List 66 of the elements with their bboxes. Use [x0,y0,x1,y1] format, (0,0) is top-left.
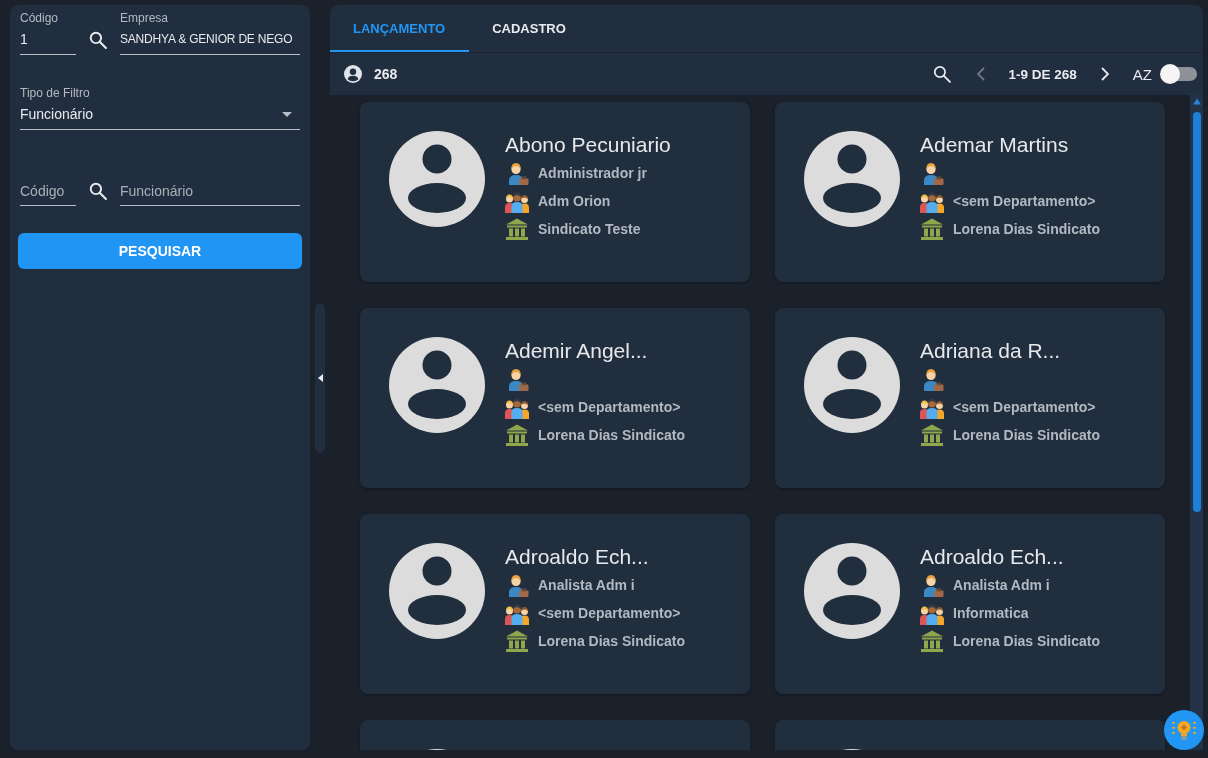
avatar-icon [389,131,485,227]
department-name: Adm Orion [538,193,611,209]
sort-button[interactable]: AZ [1130,62,1154,86]
bank-building-icon [920,629,944,653]
employee-card[interactable]: Abono Pecuniario Administrador jr Adm Orion Sindicato Teste [360,102,750,282]
avatar-icon [804,543,900,639]
department-name: <sem Departamento> [953,193,1096,209]
employee-card[interactable]: Ademir Angel... <sem Departamento> Lorena Dias Sindicato [360,308,750,488]
employee-name: Adroaldo Ech... [505,544,649,570]
employee-card[interactable]: Adroaldo Ech... Analista Adm i <sem Departamento> Lorena Dias Sindicato [360,514,750,694]
employee-card[interactable]: Adroaldo Ech... Analista Adm i Informatica Lorena Dias Sindicato [775,514,1165,694]
scrollbar[interactable] [1190,95,1203,750]
bank-building-icon [920,423,944,447]
bank-building-icon [505,217,529,241]
department-name: <sem Departamento> [538,399,681,415]
search-icon [931,64,952,84]
job-title: Administrador jr [538,165,647,181]
union-name: Lorena Dias Sindicato [538,633,686,649]
union-name: Lorena Dias Sindicato [953,633,1101,649]
tab[interactable]: CADASTRO [469,5,590,52]
employee-field[interactable]: Funcionário [120,176,300,206]
field-label: Código [20,11,59,25]
pagination-text: 1-9 DE 268 [1008,66,1077,82]
field-label: Empresa [120,11,169,25]
employee-name: Ademar Martins [920,132,1069,158]
avatar-icon [804,131,900,227]
sort-toggle[interactable] [1160,64,1198,84]
company-field[interactable]: SANDHYA & GENIOR DE NEGO [120,25,300,55]
scroll-up-arrow-icon[interactable] [1192,98,1201,105]
bank-building-icon [920,217,944,241]
help-button[interactable] [1164,710,1204,750]
chevron-right-icon [1100,67,1109,81]
department-name: Informatica [953,605,1029,621]
avatar-icon [804,337,900,433]
search-icon [88,30,108,50]
employee-card[interactable]: Ademar Martins <sem Departamento> Lorena Dias Sindicato [775,102,1165,282]
department-name: <sem Departamento> [538,605,681,621]
union-name: Lorena Dias Sindicato [953,427,1101,443]
avatar-icon [389,543,485,639]
employee-name: Ademir Angel... [505,338,648,364]
employee-card[interactable]: Adriana da R... <sem Departamento> Lorena Dias Sindicato [775,308,1165,488]
caret-icon [282,112,292,117]
code-field[interactable]: 1 [20,25,76,55]
union-name: Sindicato Teste [538,221,641,237]
caret-left-icon [317,373,323,382]
union-name: Lorena Dias Sindicato [953,221,1101,237]
tab[interactable]: LANÇAMENTO [330,5,470,52]
employee-name: Adroaldo Ech... [920,544,1064,570]
bank-building-icon [505,629,529,653]
employee-code-field[interactable]: Código [20,176,76,206]
employee-name: Abono Pecuniario [505,132,671,158]
job-title: Analista Adm i [953,577,1050,593]
department-name: <sem Departamento> [953,399,1096,415]
filter-type-select[interactable]: Funcionário [20,100,300,130]
avatar-icon [389,337,485,433]
union-name: Lorena Dias Sindicato [538,427,686,443]
scrollbar-thumb[interactable] [1192,112,1201,512]
user-circle-icon [344,65,362,83]
field-label: Tipo de Filtro [20,86,90,100]
record-count: 268 [374,66,398,82]
collapse-handle[interactable] [315,302,325,453]
search-icon [88,181,108,201]
employee-name: Adriana da R... [920,338,1061,364]
job-title: Analista Adm i [538,577,635,593]
bank-building-icon [505,423,529,447]
chevron-left-icon [976,67,985,81]
